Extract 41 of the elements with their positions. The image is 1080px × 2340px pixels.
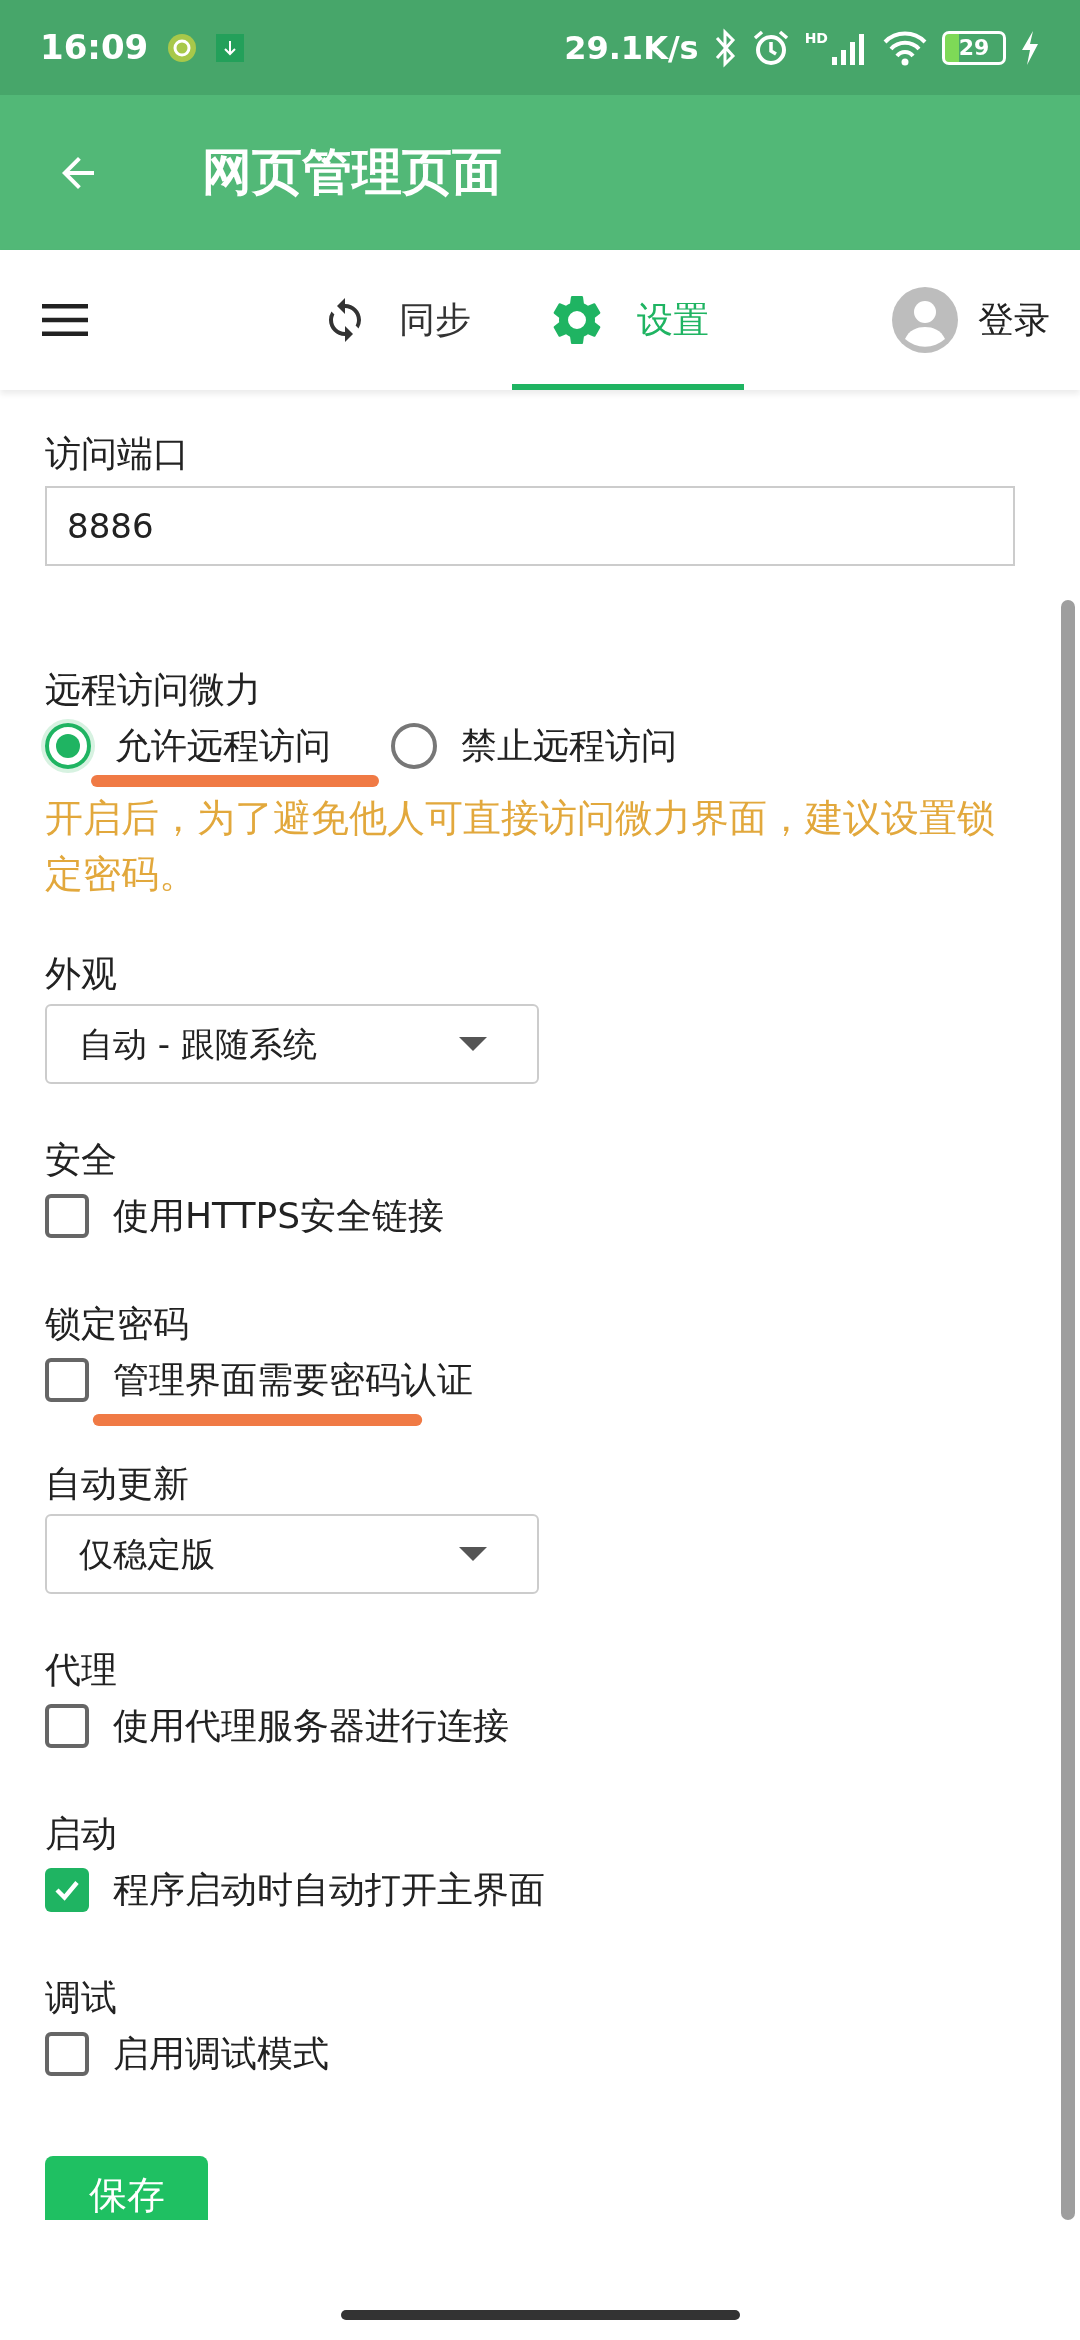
network-type: HD [804,30,828,45]
radio-button[interactable] [391,723,437,769]
nav-tab[interactable]: 同步 [280,250,512,390]
page-title: 网页管理页面 [202,142,502,203]
dropdown-select[interactable]: 仅稳定版 [45,1514,539,1594]
menu-icon [42,304,88,336]
section-label: 自动更新 [45,1462,190,1506]
download-icon [216,33,245,62]
radio-label[interactable]: 允许远程访问 [115,719,331,773]
sync-status-icon [168,33,197,62]
section-label: 访问端口 [45,432,190,476]
section-label: 调试 [45,1976,118,2020]
dropdown-select[interactable]: 自动 - 跟随系统 [45,1004,539,1084]
avatar-icon [892,287,958,353]
checkbox[interactable] [45,2032,89,2076]
port-input-field[interactable]: 8886 [45,486,1015,566]
checkbox[interactable] [45,1704,89,1748]
charging-icon [1020,30,1040,65]
section-label: 锁定密码 [45,1302,190,1346]
checkbox-label[interactable]: 启用调试模式 [113,2027,329,2081]
checkbox-label[interactable]: 使用代理服务器进行连接 [113,1699,509,1753]
checkbox-label[interactable]: 管理界面需要密码认证 [113,1353,473,1407]
checkbox[interactable] [45,1194,89,1238]
section-label: 代理 [45,1648,118,1692]
wifi-icon [882,29,928,66]
login-button[interactable]: 登录 [892,250,1050,390]
battery-indicator: 29 [942,30,1006,65]
checkbox[interactable] [45,1358,89,1402]
dropdown-arrow-icon [459,1547,487,1561]
section-label: 外观 [45,952,118,996]
section-label: 安全 [45,1138,118,1182]
section-label: 启动 [45,1812,118,1856]
checkbox-label[interactable]: 程序启动时自动打开主界面 [113,1863,545,1917]
network-speed: 29.1K/s [564,27,699,69]
checkbox[interactable] [45,1868,89,1912]
status-time: 16:09 [40,26,149,69]
dropdown-arrow-icon [459,1037,487,1051]
radio-label[interactable]: 禁止远程访问 [461,719,677,773]
warning-note: 开启后，为了避免他人可直接访问微力界面，建议设置锁定密码。 [45,795,996,898]
section-label: 远程访问微力 [45,668,262,712]
checkbox-label[interactable]: 使用HTTPS安全链接 [113,1189,444,1243]
